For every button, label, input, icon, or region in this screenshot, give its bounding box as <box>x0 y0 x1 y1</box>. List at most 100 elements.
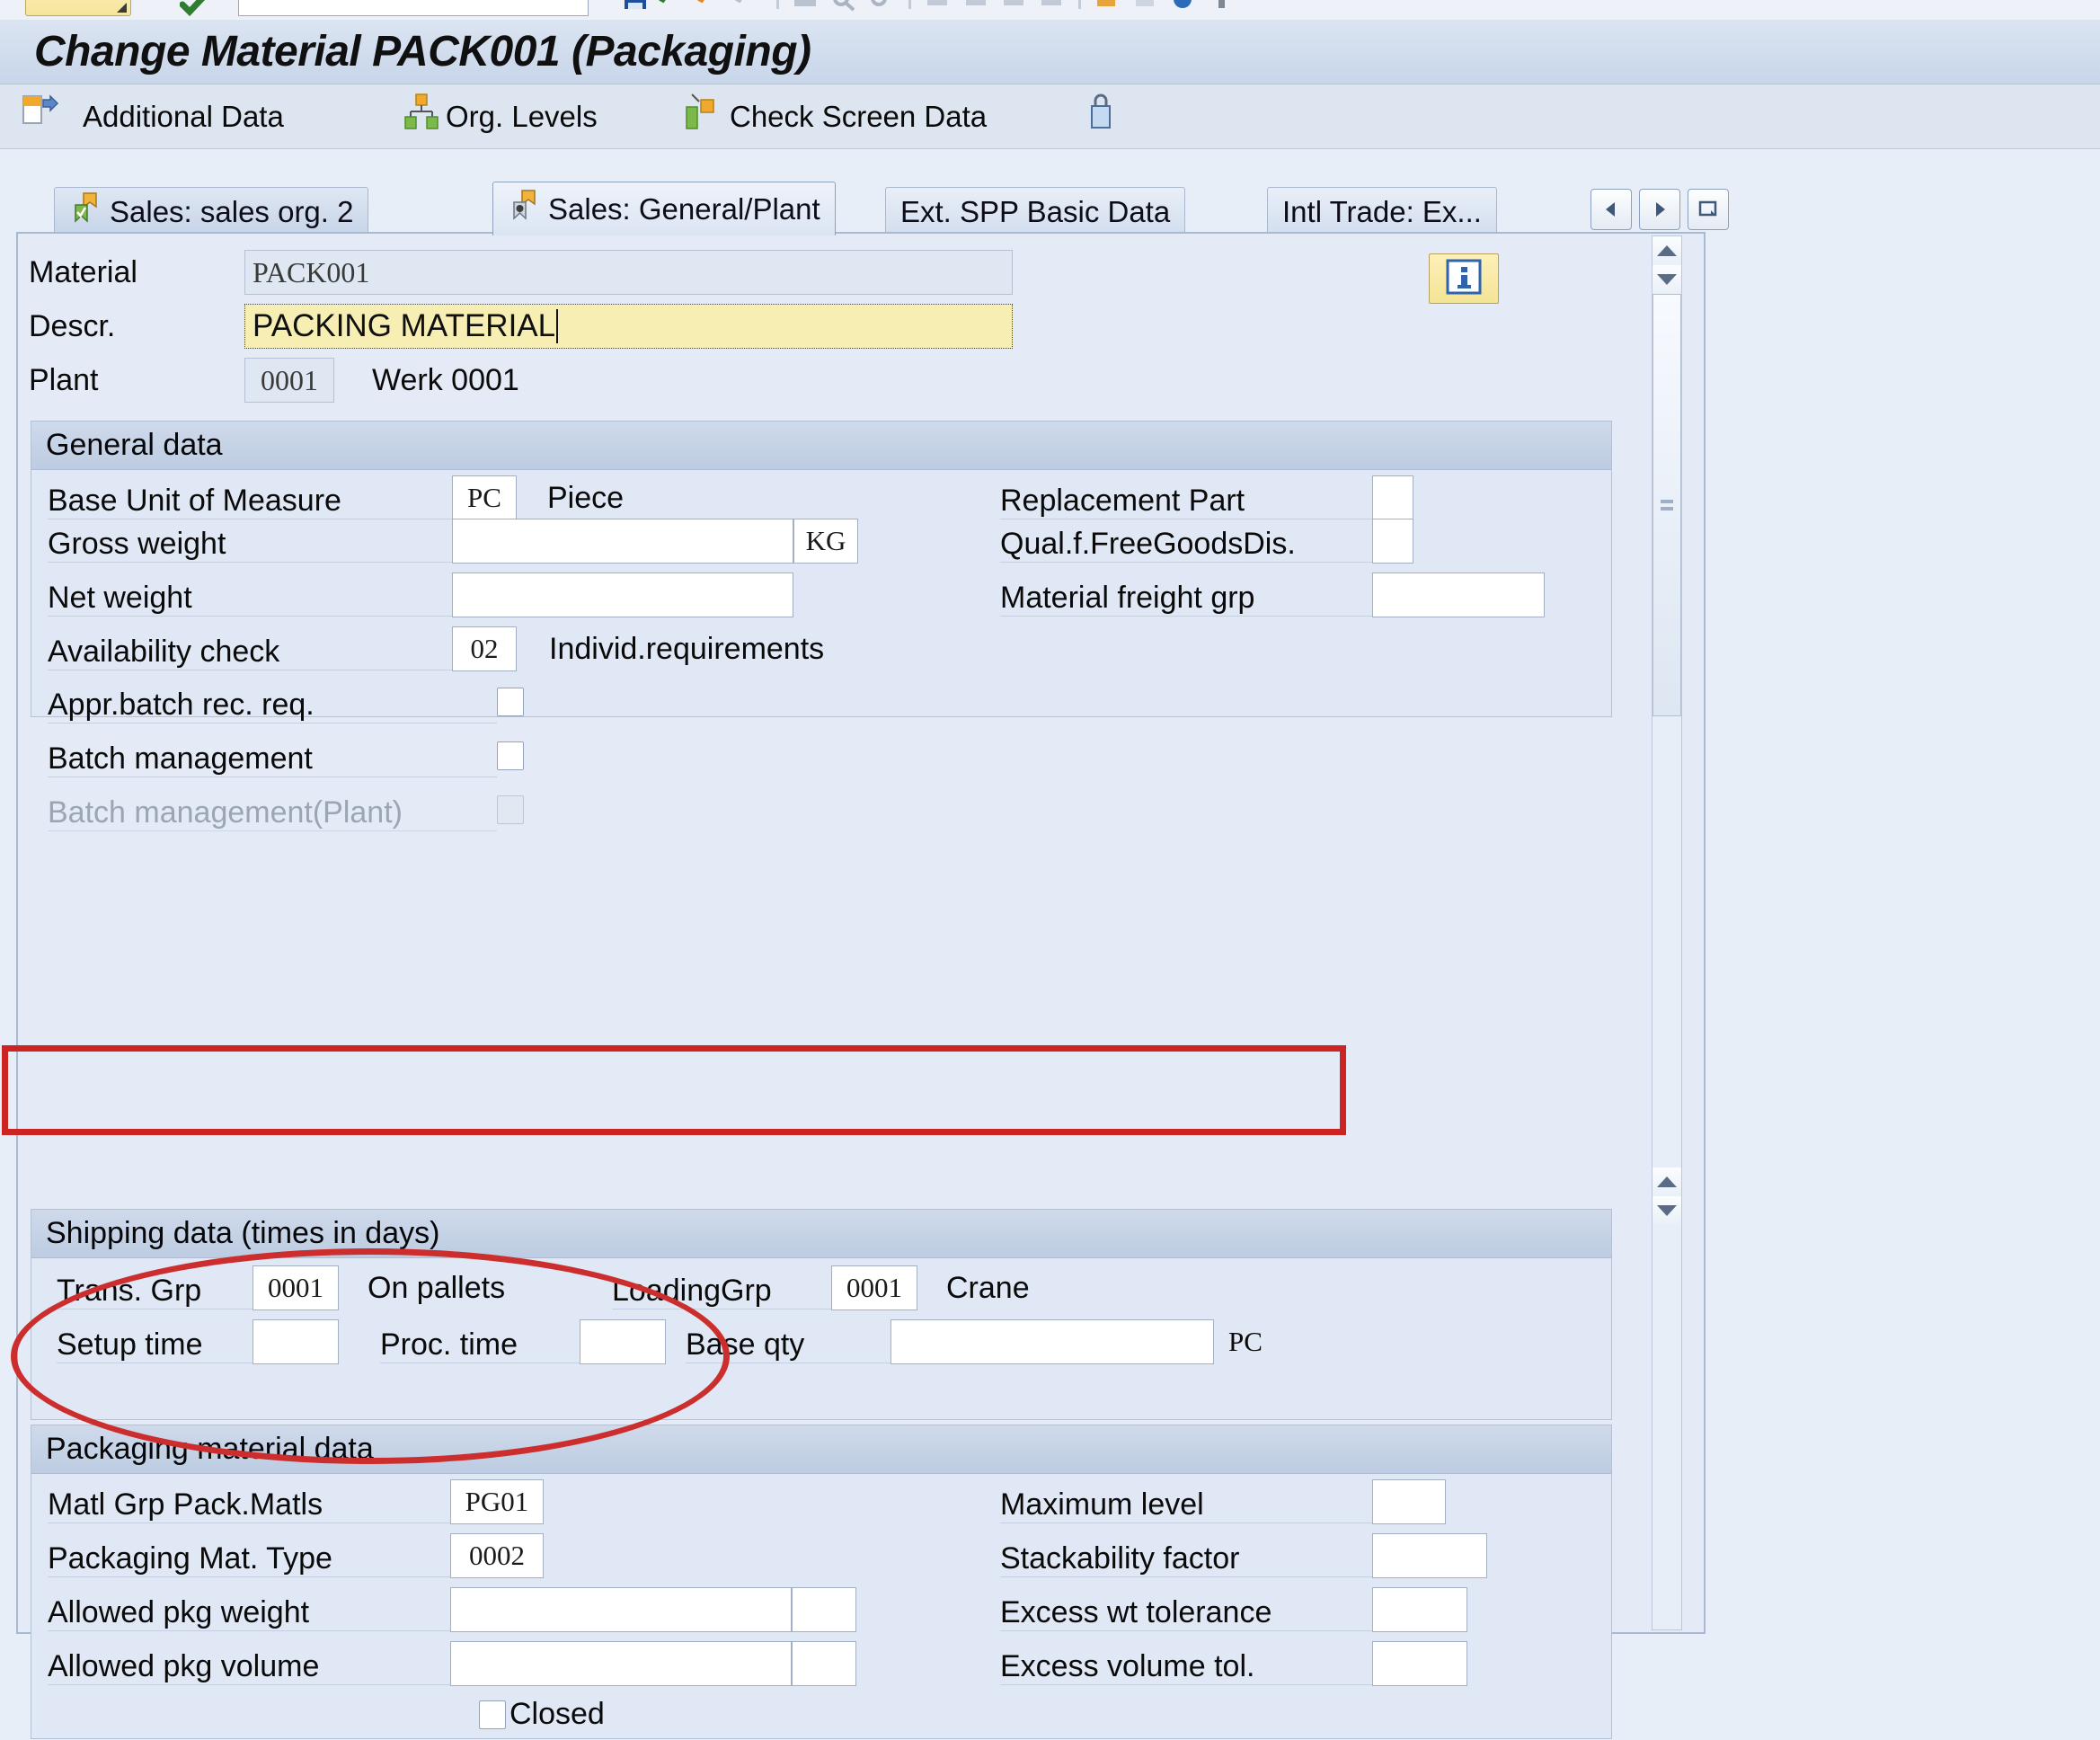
proc-time-label: Proc. time <box>380 1320 580 1363</box>
back-icon[interactable] <box>658 0 688 13</box>
prev-page-icon[interactable] <box>961 0 991 13</box>
toolbar-separator-1 <box>775 0 779 9</box>
customize-icon[interactable] <box>1207 0 1237 13</box>
tab-label: Sales: sales org. 2 <box>110 194 354 228</box>
loading-grp-field[interactable]: 0001 <box>831 1265 917 1310</box>
excess-wt-tolerance-row: Excess wt tolerance <box>1000 1587 1467 1632</box>
lock-button[interactable] <box>1085 93 1121 138</box>
proc-time-field[interactable] <box>580 1319 666 1364</box>
print-icon[interactable] <box>790 0 820 13</box>
standard-toolbar <box>620 0 1241 16</box>
matl-grp-pack-matls-field[interactable]: PG01 <box>450 1479 544 1524</box>
allowed-pkg-weight-unit-field[interactable] <box>792 1587 856 1632</box>
save-icon[interactable] <box>620 0 651 13</box>
create-shortcut-icon[interactable] <box>1130 0 1161 13</box>
maximum-level-label: Maximum level <box>1000 1480 1372 1523</box>
lock-icon <box>1085 92 1116 140</box>
tab-ext-spp-basic-data[interactable]: Ext. SPP Basic Data <box>885 187 1186 235</box>
tab-sales-general-plant[interactable]: Sales: General/Plant <box>492 182 836 235</box>
availability-check-label: Availability check <box>48 627 452 670</box>
appr-batch-rec-req-checkbox[interactable] <box>497 688 524 716</box>
qual-free-goods-dis-row: Qual.f.FreeGoodsDis. <box>1000 519 1413 564</box>
main-content-panel: Material PACK001 Descr. PACKING MATERIAL… <box>16 232 1706 1739</box>
scroll-bottom-up-button[interactable] <box>1653 1167 1681 1196</box>
material-freight-grp-field[interactable] <box>1372 573 1545 617</box>
availability-check-text: Individ.requirements <box>549 631 825 666</box>
excess-wt-tolerance-label: Excess wt tolerance <box>1000 1588 1372 1631</box>
replacement-part-row: Replacement Part <box>1000 475 1413 520</box>
first-page-icon[interactable] <box>922 0 953 13</box>
tab-list-button[interactable] <box>1688 189 1729 230</box>
form-vertical-scrollbar[interactable] <box>1652 235 1682 1630</box>
tab-prev-button[interactable] <box>1591 189 1632 230</box>
menu-button[interactable]: Menu <box>25 0 131 16</box>
stackability-factor-field[interactable] <box>1372 1533 1487 1578</box>
help-icon[interactable] <box>1168 0 1199 13</box>
base-qty-label: Base qty <box>686 1320 891 1363</box>
find-next-icon[interactable] <box>866 0 897 13</box>
tab-next-button[interactable] <box>1639 189 1680 230</box>
allowed-pkg-volume-field[interactable] <box>450 1641 792 1686</box>
next-page-icon[interactable] <box>998 0 1029 13</box>
plant-field[interactable]: 0001 <box>244 358 334 403</box>
replacement-part-field[interactable] <box>1372 475 1413 520</box>
setup-time-field[interactable] <box>253 1319 339 1364</box>
check-screen-data-label: Check Screen Data <box>730 99 988 133</box>
excess-volume-tol-field[interactable] <box>1372 1641 1467 1686</box>
closed-checkbox[interactable] <box>479 1700 506 1729</box>
packaging-mat-type-field[interactable]: 0002 <box>450 1533 544 1578</box>
maximum-level-field[interactable] <box>1372 1479 1446 1524</box>
tab-label: Sales: General/Plant <box>548 191 820 226</box>
exit-icon[interactable] <box>696 0 727 13</box>
find-icon[interactable] <box>828 0 859 13</box>
menu-dropdown-corner-icon <box>117 3 127 13</box>
gross-weight-unit-field[interactable]: KG <box>793 519 858 564</box>
cancel-icon[interactable] <box>734 0 765 13</box>
scroll-down-button[interactable] <box>1653 265 1681 294</box>
base-unit-of-measure-field[interactable]: PC <box>452 475 517 520</box>
tab-label: Intl Trade: Ex... <box>1282 194 1482 228</box>
new-session-icon[interactable] <box>1092 0 1122 13</box>
tab-sales-sales-org-2[interactable]: Sales: sales org. 2 <box>54 187 369 235</box>
general-data-title: General data <box>31 422 1611 470</box>
allowed-pkg-volume-unit-field[interactable] <box>792 1641 856 1686</box>
additional-data-button[interactable]: Additional Data <box>22 93 284 138</box>
allowed-pkg-weight-field[interactable] <box>450 1587 792 1632</box>
maximum-level-row: Maximum level <box>1000 1479 1446 1524</box>
setup-time-label: Setup time <box>57 1320 253 1363</box>
packaging-mat-type-row: Packaging Mat. Type 0002 <box>48 1533 544 1578</box>
org-levels-icon <box>403 93 440 139</box>
qual-free-goods-dis-field[interactable] <box>1372 519 1413 564</box>
trans-grp-row: Trans. Grp 0001 On pallets LoadingGrp 00… <box>57 1265 1030 1310</box>
info-icon <box>1445 258 1483 300</box>
command-field[interactable] <box>238 0 589 16</box>
material-field[interactable]: PACK001 <box>244 250 1013 295</box>
scroll-up-button[interactable] <box>1653 236 1681 265</box>
availability-check-field[interactable]: 02 <box>452 626 517 671</box>
last-page-icon[interactable] <box>1036 0 1067 13</box>
batch-management-checkbox[interactable] <box>497 741 524 770</box>
descr-value: PACKING MATERIAL <box>253 308 556 343</box>
org-levels-label: Org. Levels <box>446 99 598 133</box>
pencil-check-icon <box>69 191 105 234</box>
enter-check-icon[interactable] <box>179 0 207 17</box>
descr-field[interactable]: PACKING MATERIAL <box>244 304 1013 349</box>
excess-volume-tol-label: Excess volume tol. <box>1000 1642 1372 1685</box>
trans-grp-field[interactable]: 0001 <box>253 1265 339 1310</box>
shipping-data-group: Shipping data (times in days) Trans. Grp… <box>31 1209 1612 1420</box>
material-freight-grp-row: Material freight grp <box>1000 573 1545 617</box>
scroll-thumb[interactable] <box>1653 294 1681 716</box>
scroll-track[interactable] <box>1653 716 1681 1167</box>
net-weight-field[interactable] <box>452 573 793 617</box>
tab-intl-trade-ex[interactable]: Intl Trade: Ex... <box>1267 187 1497 235</box>
gross-weight-field[interactable] <box>452 519 793 564</box>
scroll-bottom-down-button[interactable] <box>1653 1196 1681 1225</box>
excess-wt-tolerance-field[interactable] <box>1372 1587 1467 1632</box>
org-levels-button[interactable]: Org. Levels <box>403 93 598 138</box>
descr-label: Descr. <box>29 308 116 343</box>
allowed-pkg-volume-row: Allowed pkg volume <box>48 1641 856 1686</box>
info-button[interactable] <box>1429 253 1499 304</box>
base-qty-field[interactable] <box>891 1319 1214 1364</box>
application-toolbar: Additional Data Org. Levels Check Screen <box>0 84 2100 149</box>
check-screen-data-button[interactable]: Check Screen Data <box>681 93 987 138</box>
